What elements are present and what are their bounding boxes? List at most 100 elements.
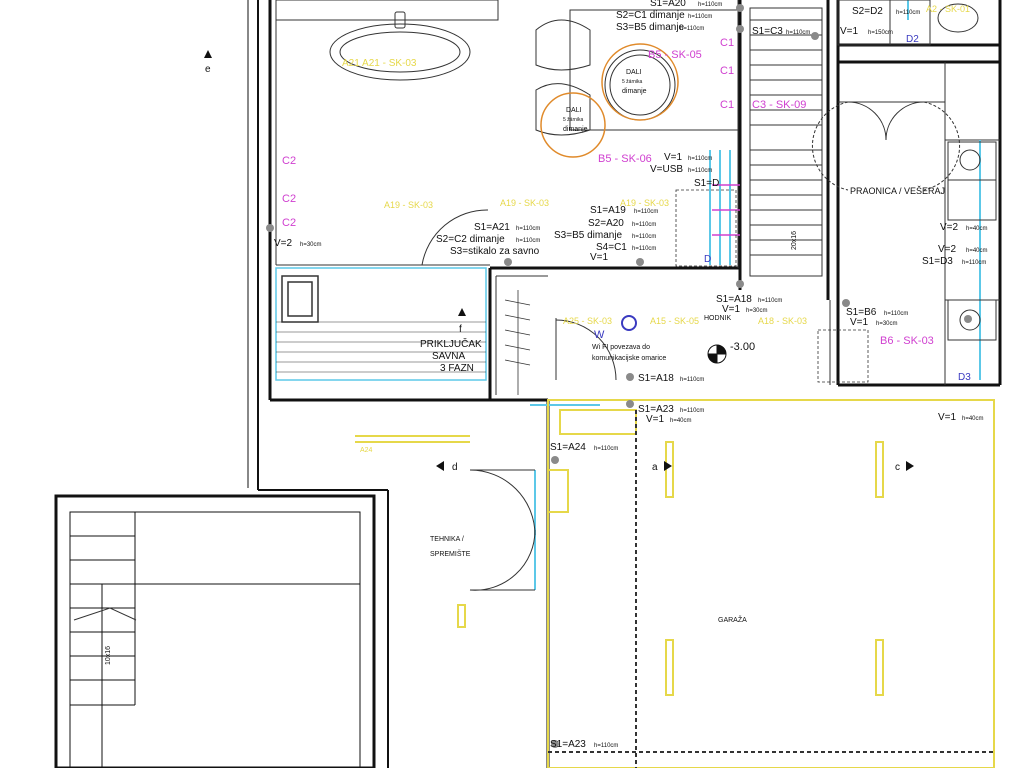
svg-text:h=110cm: h=110cm <box>758 298 782 304</box>
svg-text:h=40cm: h=40cm <box>966 248 988 254</box>
tag-c2c: C2 <box>282 217 296 229</box>
label-s2-d2: S2=D2 <box>852 6 883 17</box>
svg-text:h=150cm: h=150cm <box>868 30 893 36</box>
bathroom-fixtures <box>275 0 997 341</box>
walls <box>268 0 1002 768</box>
dali-1-dim: dimanje <box>622 88 647 95</box>
garage <box>355 399 995 768</box>
tag-c2a: C2 <box>282 155 296 167</box>
room-tehnika-1: TEHNIKA / <box>430 536 464 543</box>
label-s1-a21: S1=A21 <box>474 222 510 233</box>
tag-a21: A21 A21 - SK-03 <box>342 58 417 69</box>
tag-a18: A18 - SK-03 <box>758 316 807 326</box>
wifi-mark: W <box>594 329 605 341</box>
label-s1-a23b: S1=A23 <box>550 739 586 750</box>
svg-text:h=110cm: h=110cm <box>884 311 908 317</box>
label-s1-a24: S1=A24 <box>550 442 586 453</box>
tag-a15: A15 - SK-05 <box>650 316 699 326</box>
room-hodnik: HODNIK <box>704 315 732 322</box>
dali-1-line: 5 žárnika <box>622 79 643 85</box>
stairs-upper <box>749 7 823 277</box>
svg-text:h=110cm: h=110cm <box>594 446 618 452</box>
dali-2-line: 5 žárnika <box>563 117 584 123</box>
closet <box>504 290 531 395</box>
tag-d2: D2 <box>906 34 919 45</box>
label-v1-a23: V=1 <box>646 414 665 425</box>
wifi-circle-icon <box>621 315 637 331</box>
section-mark-c: c <box>895 462 900 473</box>
svg-text:h=110cm: h=110cm <box>680 377 704 383</box>
svg-text:h=110cm: h=110cm <box>688 168 712 174</box>
section-mark-d: d <box>452 462 458 473</box>
svg-text:h=110cm: h=110cm <box>516 226 540 232</box>
label-s3-b5b: S3=B5 dimanje <box>554 230 623 241</box>
tag-c1c: C1 <box>720 99 734 111</box>
svg-text:h=110cm: h=110cm <box>632 222 656 228</box>
section-mark-e: e <box>205 64 211 75</box>
section-mark-a: a <box>652 462 658 473</box>
svg-text:h=110cm: h=110cm <box>962 260 986 266</box>
svg-text:h=110cm: h=110cm <box>680 26 704 32</box>
wifi-note-2: komunikacijske omarice <box>592 355 666 362</box>
tag-d3: D3 <box>958 372 971 383</box>
label-s3-b5: S3=B5 dimanje <box>616 22 685 33</box>
label-s1-c3: S1=C3 <box>752 26 783 37</box>
svg-text:h=110cm: h=110cm <box>516 238 540 244</box>
sauna-note-2: SAVNA <box>432 351 465 362</box>
section-markers <box>204 50 914 471</box>
label-v1-right: V=1 <box>938 412 957 423</box>
room-praonica: PRAONICA / VEŠERAJ <box>850 186 945 196</box>
tag-a2-top: A2 - SK-01 <box>926 4 970 14</box>
stairs-lower <box>54 494 376 768</box>
label-s2-c1: S2=C1 dimanje <box>616 10 685 21</box>
section-mark-f: f <box>459 324 462 335</box>
tag-c1b: C1 <box>720 65 734 77</box>
label-v1-top: V=1 <box>840 26 859 37</box>
outlet-dots <box>266 4 972 748</box>
tag-a24: A24 <box>360 447 373 454</box>
label-v1-usb-b: V=USB <box>650 164 683 175</box>
level-marker <box>707 344 727 364</box>
svg-text:h=110cm: h=110cm <box>688 156 712 162</box>
dali-2-dim: dimanje <box>563 126 588 133</box>
stair-dim-upper: 20x16 <box>791 231 798 250</box>
tag-a25: A25 - SK-03 <box>563 316 612 326</box>
tag-sk03: B6 - SK-03 <box>880 335 934 347</box>
label-s2-a20: S2=A20 <box>588 218 624 229</box>
tag-c2b: C2 <box>282 193 296 205</box>
label-s3-savno: S3=stikalo za savno <box>450 246 540 257</box>
svg-text:h=30cm: h=30cm <box>876 321 898 327</box>
svg-text:h=110cm: h=110cm <box>896 10 920 16</box>
label-v1-b6: V=1 <box>850 317 869 328</box>
level-value: -3.00 <box>730 341 755 353</box>
label-v1-a18: V=1 <box>722 304 741 315</box>
svg-text:h=110cm: h=110cm <box>698 2 722 8</box>
sauna-note-1: PRIKLJUČAK <box>420 337 482 350</box>
wifi-note-1: Wi FI povezava do <box>592 344 650 351</box>
tag-a19b: A19 - SK-03 <box>500 198 549 208</box>
svg-text:h=40cm: h=40cm <box>670 418 692 424</box>
tag-c3: C3 - SK-09 <box>752 99 806 111</box>
label-v1-mid: V=1 <box>590 252 609 263</box>
stair-dim-lower: 10x16 <box>105 646 112 665</box>
label-s1-d: S1=D <box>694 178 719 189</box>
sauna-note-3: 3 FAZN <box>440 363 474 374</box>
room-garaza: GARAŽA <box>718 615 747 624</box>
svg-text:h=110cm: h=110cm <box>786 30 810 36</box>
label-s1-d3: S1=D3 <box>922 256 953 267</box>
svg-text:h=40cm: h=40cm <box>966 226 988 232</box>
svg-text:h=110cm: h=110cm <box>632 246 656 252</box>
label-v1-usb-a: V=1 <box>664 152 683 163</box>
label-v2-r1: V=2 <box>940 222 959 233</box>
tag-sk06: B5 - SK-06 <box>598 153 652 165</box>
svg-text:h=110cm: h=110cm <box>632 234 656 240</box>
label-v2-left: V=2 <box>274 238 293 249</box>
svg-text:h=110cm: h=110cm <box>688 14 712 20</box>
label-s1-a20: S1=A20 <box>650 0 686 9</box>
dali-1-title: DALI <box>626 69 642 76</box>
svg-text:h=40cm: h=40cm <box>962 416 984 422</box>
label-s2-c2: S2=C2 dimanje <box>436 234 505 245</box>
label-v2-r2: V=2 <box>938 244 957 255</box>
svg-text:h=110cm: h=110cm <box>594 743 618 749</box>
svg-text:h=110cm: h=110cm <box>634 209 658 215</box>
